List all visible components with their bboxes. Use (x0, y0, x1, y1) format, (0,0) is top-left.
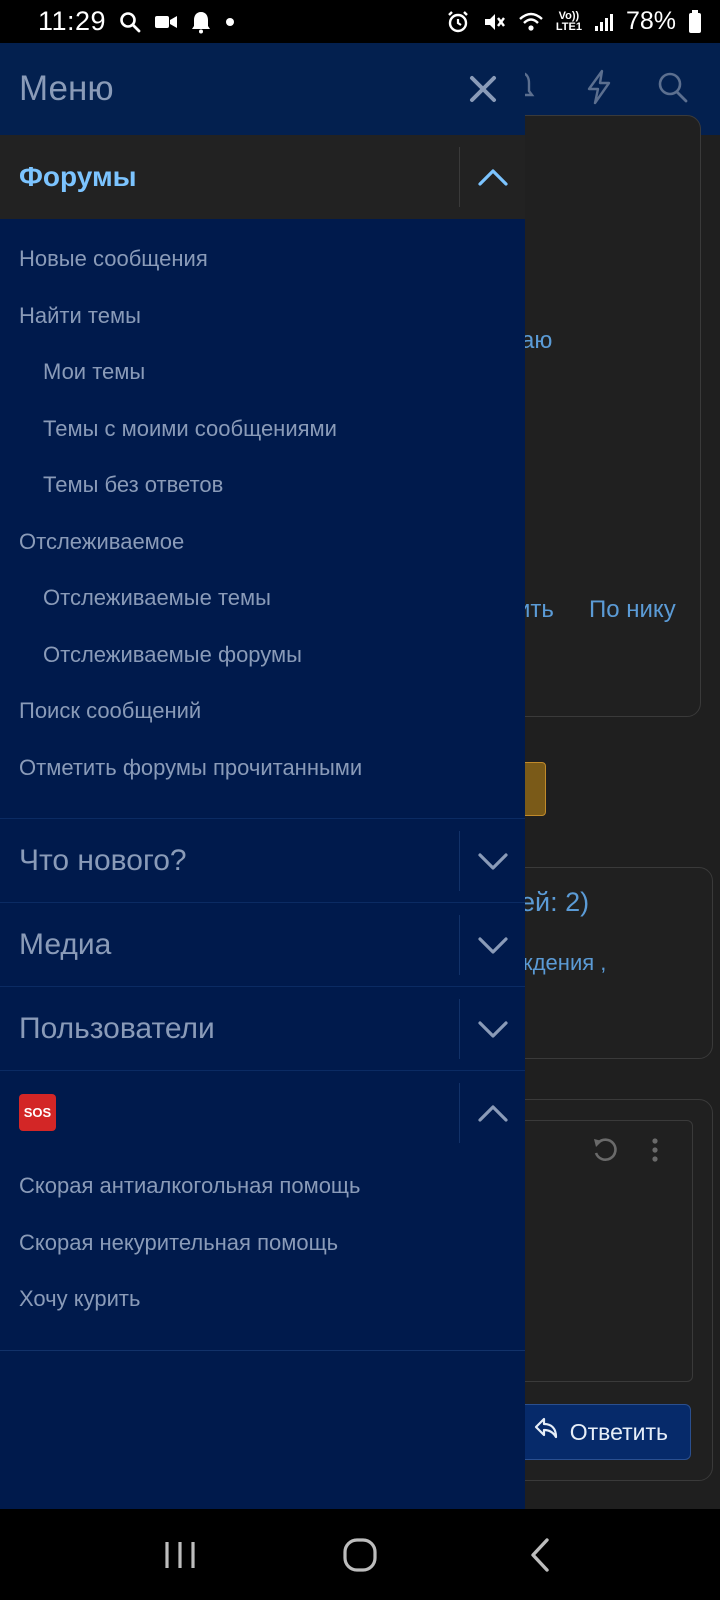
section-label-whats-new[interactable]: Что нового? (0, 844, 187, 878)
side-drawer: Меню Форумы Новые сообщения Найти темы М… (0, 43, 525, 1509)
menu-item-watched-forums[interactable]: Отслеживаемые форумы (0, 627, 525, 684)
more-icon[interactable] (650, 1135, 660, 1170)
section-media[interactable]: Медиа (0, 902, 525, 986)
menu-item-my-threads[interactable]: Мои темы (0, 344, 525, 401)
home-icon (343, 1537, 377, 1572)
menu-item-threads-with-my-posts[interactable]: Темы с моими сообщениями (0, 401, 525, 458)
mute-icon (482, 10, 506, 34)
navigation-bar (0, 1509, 720, 1600)
recent-apps-icon (165, 1541, 195, 1568)
status-bar: 11:29 Vo)) LTE1 78% (0, 0, 720, 43)
sos-submenu: Скорая антиалкогольная помощь Скорая нек… (0, 1154, 525, 1350)
section-sos[interactable]: SOS (0, 1070, 525, 1154)
status-time: 11:29 (38, 6, 107, 36)
back-button[interactable] (510, 1525, 570, 1585)
section-whats-new[interactable]: Что нового? (0, 818, 525, 902)
menu-item-anti-alcohol-help[interactable]: Скорая антиалкогольная помощь (0, 1158, 525, 1215)
search-icon (118, 10, 142, 34)
recent-apps-button[interactable] (150, 1525, 210, 1585)
reply-icon (532, 1415, 560, 1449)
chevron-down-icon[interactable] (459, 830, 525, 891)
home-button[interactable] (330, 1525, 390, 1585)
screen: 11:29 Vo)) LTE1 78% аю ить По нику ей: 2… (0, 0, 720, 1600)
bg-text-3[interactable]: По нику (589, 596, 676, 624)
menu-item-want-to-smoke[interactable]: Хочу курить (0, 1271, 525, 1328)
menu-item-anti-smoking-help[interactable]: Скорая некурительная помощь (0, 1215, 525, 1272)
menu-item-watched[interactable]: Отслеживаемое (0, 514, 525, 571)
alarm-icon (446, 10, 470, 34)
menu-item-new-posts[interactable]: Новые сообщения (0, 231, 525, 288)
battery-icon (688, 9, 702, 34)
bg-text-1: аю (521, 327, 553, 354)
status-bar-left: 11:29 (38, 6, 236, 37)
menu-item-unanswered-threads[interactable]: Темы без ответов (0, 457, 525, 514)
drawer-header: Меню (0, 43, 525, 135)
section-label-members[interactable]: Пользователи (0, 1012, 215, 1046)
network-top: Vo)) (558, 9, 580, 22)
drawer-title: Меню (19, 69, 114, 108)
signal-icon (594, 12, 614, 32)
sos-icon[interactable]: SOS (19, 1094, 56, 1131)
menu-item-mark-forums-read[interactable]: Отметить форумы прочитанными (0, 740, 525, 797)
bg-text-5[interactable]: ждения , (518, 950, 606, 976)
reply-button[interactable]: Ответить (505, 1404, 691, 1460)
chevron-up-icon[interactable] (459, 147, 525, 207)
back-icon (531, 1537, 549, 1572)
wifi-icon (518, 11, 544, 33)
video-icon (154, 12, 178, 32)
undo-icon[interactable] (590, 1135, 620, 1170)
chevron-down-icon[interactable] (459, 914, 525, 975)
section-label-forums[interactable]: Форумы (0, 161, 137, 193)
dot-icon (224, 16, 236, 28)
battery-percent: 78% (625, 7, 676, 35)
search-icon[interactable] (656, 69, 690, 110)
bell-icon (190, 10, 212, 34)
drawer-divider (0, 1349, 525, 1351)
reply-label: Ответить (569, 1418, 668, 1445)
chevron-down-icon[interactable] (459, 998, 525, 1059)
network-type: Vo)) LTE1 (555, 9, 582, 33)
network-bottom: LTE1 (555, 20, 582, 33)
section-forums[interactable]: Форумы (0, 135, 525, 219)
menu-item-watched-threads[interactable]: Отслеживаемые темы (0, 570, 525, 627)
status-bar-right: Vo)) LTE1 78% (446, 7, 702, 36)
chevron-up-icon[interactable] (459, 1082, 525, 1143)
close-icon (470, 76, 496, 102)
section-label-media[interactable]: Медиа (0, 928, 111, 962)
bg-text-4[interactable]: ей: 2) (520, 887, 589, 918)
menu-item-search-posts[interactable]: Поиск сообщений (0, 683, 525, 740)
forums-submenu: Новые сообщения Найти темы Мои темы Темы… (0, 219, 525, 818)
menu-item-find-threads[interactable]: Найти темы (0, 288, 525, 345)
lightning-icon[interactable] (584, 69, 614, 110)
close-button[interactable] (463, 69, 503, 109)
section-members[interactable]: Пользователи (0, 986, 525, 1070)
